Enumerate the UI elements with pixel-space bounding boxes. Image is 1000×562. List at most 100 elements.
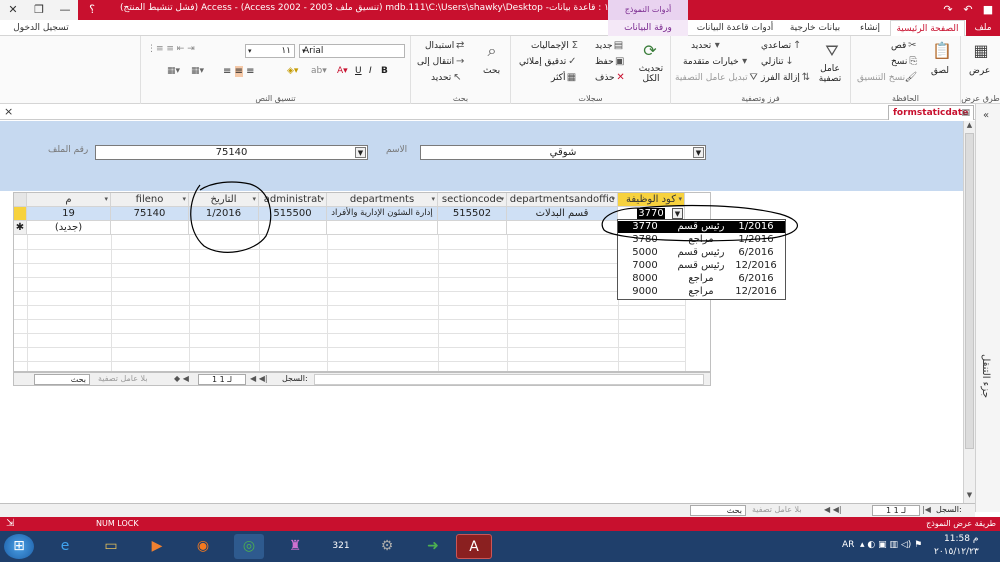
filter-icon[interactable]: ⛛ xyxy=(821,40,843,62)
datasheet-nav-buttons-left[interactable]: ◆ ◀ xyxy=(174,374,189,383)
font-color-icon[interactable]: A▾ xyxy=(337,66,348,76)
alt-row-color-icon[interactable]: ▦▾ xyxy=(191,66,204,76)
help-button[interactable]: ؟ xyxy=(78,0,106,20)
form-search-box[interactable]: بحث xyxy=(690,505,746,516)
cell-new[interactable] xyxy=(438,221,507,235)
paste-icon[interactable]: 📋 xyxy=(931,40,953,62)
view-button[interactable]: عرض xyxy=(969,66,990,76)
chrome-icon[interactable]: ◎ xyxy=(234,534,264,559)
cell-sectioncode[interactable]: 515502 xyxy=(438,207,507,221)
expand-pane-icon[interactable]: « xyxy=(983,110,989,121)
column-header-sectioncode[interactable]: sectioncode ▾ xyxy=(438,193,507,207)
vertical-scrollbar[interactable]: ▲ ▼ xyxy=(963,121,975,503)
cell-new[interactable] xyxy=(507,221,618,235)
replace-button[interactable]: ⇄استبدال xyxy=(425,40,466,51)
bold-button[interactable]: B xyxy=(381,66,388,76)
media-app-icon[interactable]: ⚙ xyxy=(372,534,402,559)
goto-button[interactable]: →انتقال إلى xyxy=(417,56,466,67)
cell-fileno[interactable]: 75140 xyxy=(111,207,189,221)
dropdown-option[interactable]: 3770 رئيس قسم 1/2016 xyxy=(618,221,785,233)
dropdown-option[interactable]: 8000 مراجع 6/2016 xyxy=(618,273,785,285)
form-nav-buttons-right[interactable]: |◀ xyxy=(922,505,931,514)
column-header-date[interactable]: التاريخ ▾ xyxy=(189,193,259,207)
name-combo[interactable]: شوقي ▼ xyxy=(420,145,706,160)
dropdown-option[interactable]: 3780 مراجع 1/2016 xyxy=(618,234,785,246)
datasheet-search-box[interactable]: بحث xyxy=(34,374,90,385)
tab-home[interactable]: الصفحة الرئيسية xyxy=(890,20,965,36)
dropdown-option[interactable]: 7000 رئيس قسم 12/2016 xyxy=(618,260,785,272)
save-icon[interactable]: ■ xyxy=(978,0,998,20)
spelling-button[interactable]: ✓تدقيق إملائي xyxy=(519,56,578,67)
job-code-dropdown-list[interactable]: 3770 رئيس قسم 1/2016 3780 مراجع 1/2016 5000 رئي… xyxy=(617,219,786,300)
gridlines-icon[interactable]: ▦▾ xyxy=(167,66,180,76)
tab-file[interactable]: ملف xyxy=(966,20,1000,36)
column-header-administrat[interactable]: administrat ▾ xyxy=(259,193,327,207)
datasheet-filter-indicator[interactable]: بلا عامل تصفية xyxy=(98,374,148,383)
minimize-window-button[interactable]: — xyxy=(52,0,78,20)
media-player-icon[interactable]: ▶ xyxy=(142,534,172,559)
scroll-down-icon[interactable]: ▼ xyxy=(964,491,975,503)
toggle-filter-button[interactable]: ⛛تبديل عامل التصفية xyxy=(675,72,760,83)
refresh-all-button[interactable]: تحديث الكل xyxy=(633,64,669,84)
start-button[interactable]: ⊞ xyxy=(4,534,34,559)
refresh-icon[interactable]: ⟳ xyxy=(639,40,661,62)
column-header-job-code[interactable]: كود الوظيفة ▾ xyxy=(618,193,685,207)
datasheet-horizontal-scrollbar[interactable] xyxy=(314,374,704,385)
column-header-m[interactable]: م ▾ xyxy=(27,193,111,207)
new-record-button[interactable]: ▤جديد xyxy=(595,40,625,51)
clock-date[interactable]: ٢٠١٥/١٢/٢٣ xyxy=(934,547,979,557)
advanced-button[interactable]: ▾خيارات متقدمة xyxy=(683,56,751,67)
filter-button[interactable]: عامل تصفية xyxy=(813,64,847,84)
totals-button[interactable]: Σالإجماليات xyxy=(531,40,581,51)
ie-icon[interactable]: e xyxy=(50,534,80,559)
download-manager-icon[interactable]: ➜ xyxy=(418,534,448,559)
clock-time[interactable]: 11:58 م xyxy=(944,534,978,544)
fill-color-icon[interactable]: ◈▾ xyxy=(287,66,298,76)
dropdown-option[interactable]: 9000 مراجع 12/2016 xyxy=(618,286,785,298)
more-button[interactable]: ▦أكثر xyxy=(551,72,577,83)
column-header-departmentsandoffic[interactable]: departmentsandoffic ▾ xyxy=(507,193,618,207)
access-app-icon[interactable]: A xyxy=(456,534,492,559)
select-all-cell[interactable] xyxy=(14,193,27,207)
sign-in-link[interactable]: تسجيل الدخول xyxy=(6,20,76,36)
cell-new[interactable] xyxy=(111,221,189,235)
cell-new-m[interactable]: (جديد) xyxy=(27,221,111,235)
scroll-thumb[interactable] xyxy=(965,133,974,449)
format-painter-button[interactable]: 🖌نسخ التنسيق xyxy=(857,72,917,83)
undo-icon[interactable]: ↶ xyxy=(958,0,978,20)
close-document-icon[interactable]: × xyxy=(4,105,13,118)
copy-button[interactable]: ⎘نسخ xyxy=(891,56,919,67)
cell-departments[interactable]: إدارة الشئون الإدارية والأفراد xyxy=(327,207,438,221)
cell-departmentsandoffic[interactable]: قسم البدلات xyxy=(507,207,618,221)
cell-administrat[interactable]: 515500 xyxy=(259,207,327,221)
select-button[interactable]: ↖تحديد xyxy=(431,72,463,83)
cell-new[interactable] xyxy=(327,221,438,235)
delete-record-button[interactable]: ✕حذف xyxy=(595,72,627,83)
list-icons[interactable]: ⋮≡ ≡ ⇤ ⇥ xyxy=(147,44,195,54)
remove-sort-button[interactable]: ⇅إزالة الفرز xyxy=(761,72,812,83)
document-tab[interactable]: formstaticdate ▤ xyxy=(888,105,974,120)
tab-database-tools[interactable]: أدوات قاعدة البيانات xyxy=(690,20,780,36)
column-header-fileno[interactable]: fileno ▾ xyxy=(111,193,189,207)
underline-button[interactable]: U xyxy=(355,66,362,76)
find-button[interactable]: بحث xyxy=(483,66,500,76)
chevron-down-icon[interactable]: ▼ xyxy=(693,147,704,158)
form-record-position[interactable]: 1 لـ 1 xyxy=(872,505,920,516)
app-icon[interactable]: ♜ xyxy=(280,534,310,559)
column-header-departments[interactable]: departments ▾ xyxy=(327,193,438,207)
selection-button[interactable]: ▾تحديد xyxy=(691,40,723,51)
paste-button[interactable]: لصق xyxy=(931,66,949,76)
folder-icon[interactable]: ▭ xyxy=(96,534,126,559)
font-name-combo[interactable]: Arial ▾ xyxy=(299,44,405,58)
cell-date[interactable]: 1/2016 xyxy=(189,207,259,221)
maximize-window-button[interactable]: ❐ xyxy=(26,0,52,20)
save-record-button[interactable]: ▣حفظ xyxy=(595,56,626,67)
cell-new[interactable] xyxy=(189,221,259,235)
binoculars-icon[interactable]: ⌕ xyxy=(481,40,503,62)
row-selector-current[interactable] xyxy=(14,207,27,221)
cell-m[interactable]: 19 xyxy=(27,207,111,221)
language-indicator[interactable]: AR xyxy=(842,540,854,550)
new-row-selector[interactable]: ✱ xyxy=(14,221,27,235)
datasheet-record-position[interactable]: 1 لـ 1 xyxy=(198,374,246,385)
datasheet-nav-buttons-right[interactable]: ◀ ◀| xyxy=(250,374,268,383)
